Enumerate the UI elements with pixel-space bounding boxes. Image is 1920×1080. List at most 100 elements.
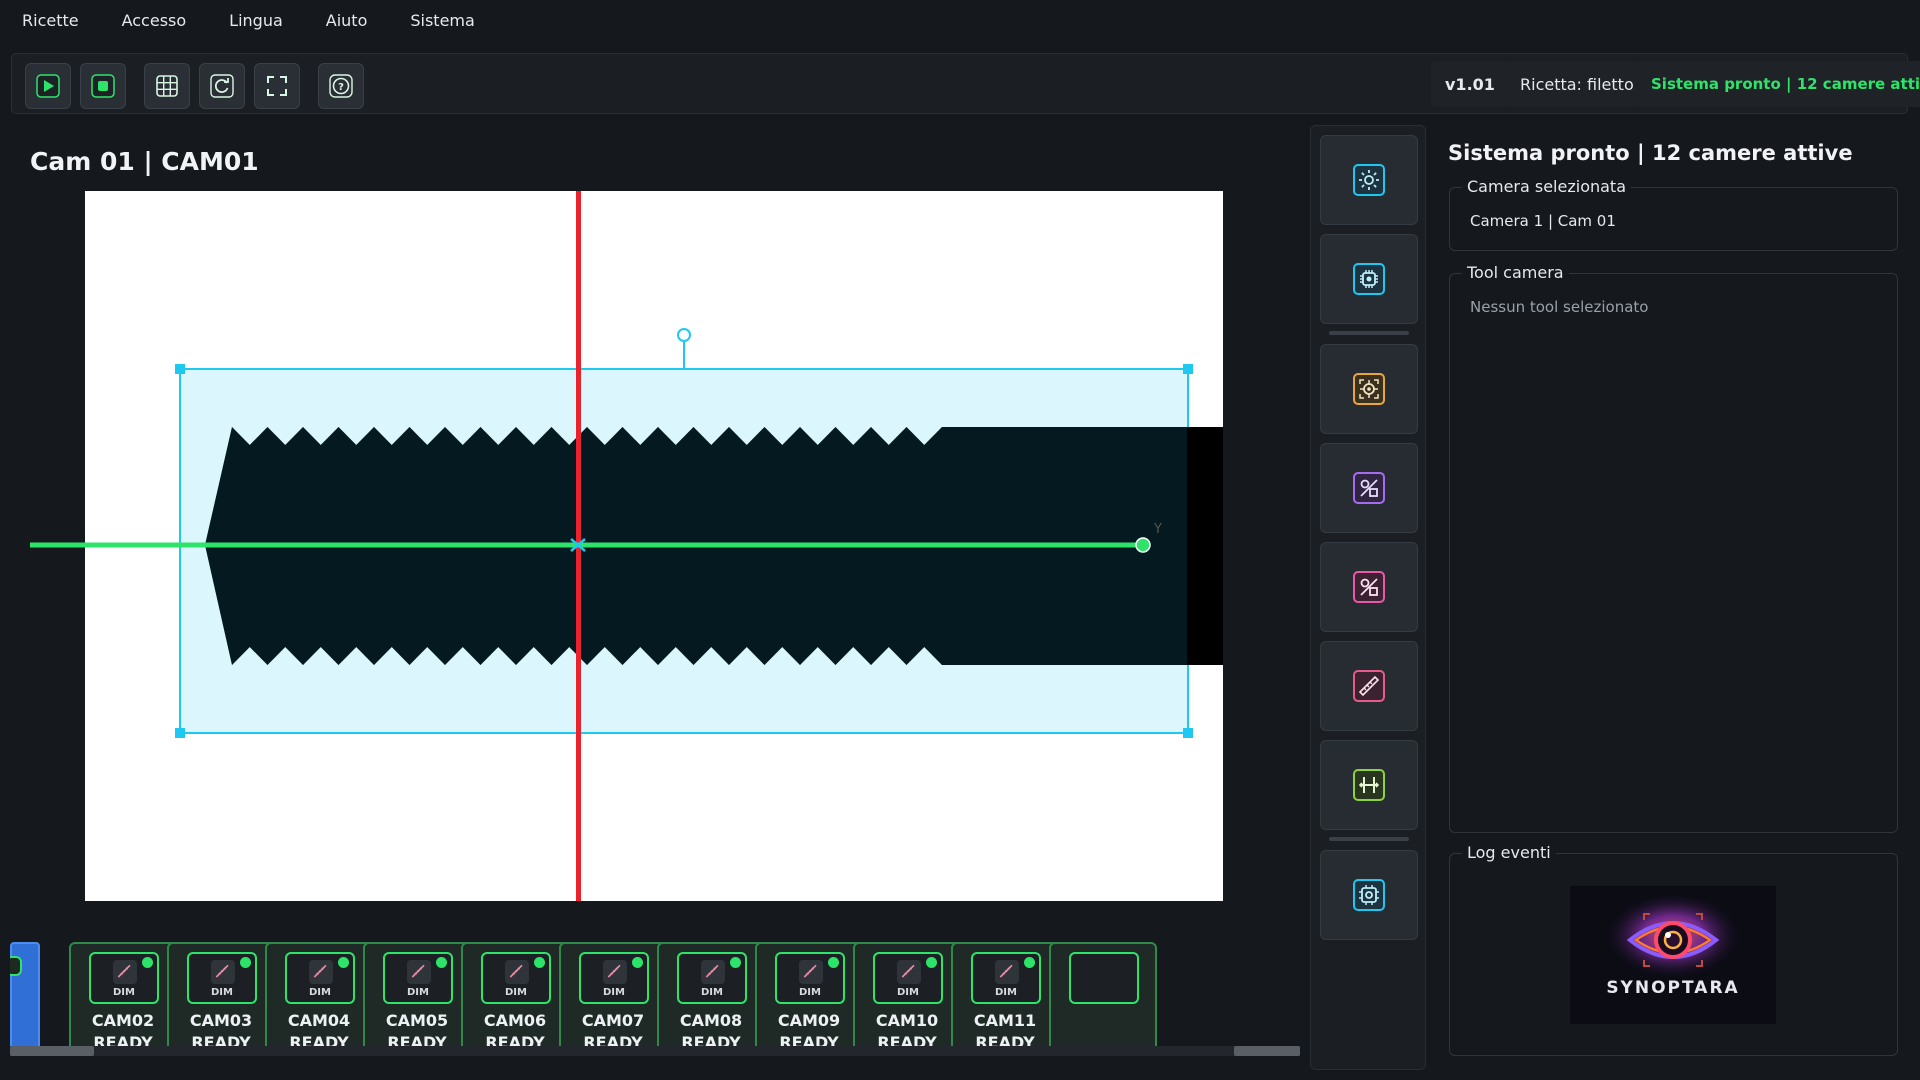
menu-lingua[interactable]: Lingua <box>229 11 283 30</box>
status-led <box>534 957 545 968</box>
status-led <box>730 957 741 968</box>
refresh-icon <box>210 74 234 98</box>
tool-camera-value: Nessun tool selezionato <box>1470 298 1649 316</box>
measure-icon <box>897 960 921 984</box>
logo-text: SYNOPTARA <box>1606 978 1740 998</box>
stop-button[interactable] <box>80 63 126 109</box>
measure-icon <box>995 960 1019 984</box>
camera-overlay <box>205 427 1223 665</box>
measure-icon <box>701 960 725 984</box>
measure-icon <box>1358 675 1380 697</box>
camera-thumb: DIM <box>481 952 551 1004</box>
camera-thumb-caption: DIM <box>113 987 135 998</box>
camera-thumb-caption: DIM <box>897 987 919 998</box>
camera-thumb-caption: DIM <box>995 987 1017 998</box>
shapes-alt-tool-button[interactable] <box>1320 542 1418 632</box>
camera-card[interactable]: DIM CAM02 READY <box>69 942 177 1056</box>
camera-card-selected[interactable] <box>10 942 40 1056</box>
camera-strip: DIM CAM02 READY DIM CAM03 READY DIM CAM04 READY D… <box>10 938 1300 1060</box>
toolbar: ? v1.01 Ricetta: filetto Sistema pronto … <box>11 53 1920 114</box>
camera-thumb: DIM <box>285 952 355 1004</box>
fullscreen-button[interactable] <box>254 63 300 109</box>
refresh-button[interactable] <box>199 63 245 109</box>
status-led <box>142 957 153 968</box>
camera-card[interactable]: DIM CAM07 READY <box>559 942 667 1056</box>
event-log-label: Log eventi <box>1462 843 1556 862</box>
camera-thumb-caption: DIM <box>701 987 723 998</box>
camera-card[interactable]: DIM CAM08 READY <box>657 942 765 1056</box>
shapes-tool-button[interactable] <box>1320 443 1418 533</box>
camera-name: CAM04 <box>287 1011 351 1030</box>
help-button[interactable]: ? <box>318 63 364 109</box>
shapes-icon <box>1360 479 1378 497</box>
play-button[interactable] <box>25 63 71 109</box>
status-led <box>338 957 349 968</box>
processor-tool-button[interactable] <box>1320 234 1418 324</box>
camera-thumb-caption: DIM <box>309 987 331 998</box>
caliper-icon <box>1358 777 1380 793</box>
status-led <box>926 957 937 968</box>
menu-accesso[interactable]: Accesso <box>122 11 187 30</box>
measure-icon <box>505 960 529 984</box>
camera-name: CAM11 <box>973 1011 1037 1030</box>
camera-thumb-caption: DIM <box>505 987 527 998</box>
menu-ricette[interactable]: Ricette <box>22 11 79 30</box>
camera-image[interactable] <box>85 191 1223 901</box>
camera-name: CAM10 <box>875 1011 939 1030</box>
selected-camera-value: Camera 1 | Cam 01 <box>1470 212 1616 230</box>
camera-thumb: DIM <box>775 952 845 1004</box>
threaded-part <box>205 427 1223 665</box>
camera-card[interactable]: DIM CAM09 READY <box>755 942 863 1056</box>
status-led <box>436 957 447 968</box>
camera-name: CAM06 <box>483 1011 547 1030</box>
camera-thumb: DIM <box>677 952 747 1004</box>
measure-icon <box>603 960 627 984</box>
svg-text:?: ? <box>338 82 344 93</box>
target-tool-button[interactable] <box>1320 344 1418 434</box>
camera-thumb-caption: DIM <box>211 987 233 998</box>
tool-column <box>1310 125 1426 1070</box>
camera-card-partial[interactable] <box>1049 942 1157 1056</box>
camera-thumb-caption: DIM <box>603 987 625 998</box>
camera-card[interactable]: DIM CAM10 READY <box>853 942 961 1056</box>
camera-card[interactable]: DIM CAM03 READY <box>167 942 275 1056</box>
menu-aiuto[interactable]: Aiuto <box>326 11 368 30</box>
measure-icon <box>407 960 431 984</box>
menu-bar: Ricette Accesso Lingua Aiuto Sistema <box>0 0 1920 40</box>
camera-card[interactable]: DIM CAM04 READY <box>265 942 373 1056</box>
camera-strip-scrollbar[interactable] <box>10 1046 1300 1056</box>
target-icon <box>1359 379 1379 399</box>
camera-name: CAM09 <box>777 1011 841 1030</box>
status-led <box>632 957 643 968</box>
scrollbar-thumb-end[interactable] <box>1234 1046 1300 1056</box>
measure-tool-button[interactable] <box>1320 641 1418 731</box>
recipe-label: Ricetta: filetto <box>1506 61 1638 107</box>
measure-icon <box>799 960 823 984</box>
camera-name: CAM02 <box>91 1011 155 1030</box>
menu-sistema[interactable]: Sistema <box>410 11 474 30</box>
scrollbar-thumb[interactable] <box>10 1046 94 1056</box>
camera-thumb: DIM <box>873 952 943 1004</box>
stop-icon <box>91 74 115 98</box>
camera-thumb: DIM <box>383 952 453 1004</box>
brightness-icon <box>1359 170 1379 190</box>
camera-card[interactable]: DIM CAM11 READY <box>951 942 1059 1056</box>
camera-thumb-caption: DIM <box>799 987 821 998</box>
brightness-tool-button[interactable] <box>1320 135 1418 225</box>
right-panel-title: Sistema pronto | 12 camere attive <box>1448 141 1853 165</box>
synoptara-logo: SYNOPTARA <box>1570 886 1776 1024</box>
app-window: Ricette Accesso Lingua Aiuto Sistema ? v… <box>0 0 1920 1080</box>
status-led <box>240 957 251 968</box>
measure-icon <box>211 960 235 984</box>
caliper-tool-button[interactable] <box>1320 740 1418 830</box>
shapes-alt-icon <box>1360 578 1378 596</box>
camera-card[interactable]: DIM CAM05 READY <box>363 942 471 1056</box>
help-icon: ? <box>329 74 353 98</box>
grid-button[interactable] <box>144 63 190 109</box>
camera-thumb-caption: DIM <box>407 987 429 998</box>
fullscreen-icon <box>267 76 287 96</box>
settings-chip-tool-button[interactable] <box>1320 850 1418 940</box>
measure-icon <box>309 960 333 984</box>
camera-card[interactable]: DIM CAM06 READY <box>461 942 569 1056</box>
measure-icon <box>113 960 137 984</box>
